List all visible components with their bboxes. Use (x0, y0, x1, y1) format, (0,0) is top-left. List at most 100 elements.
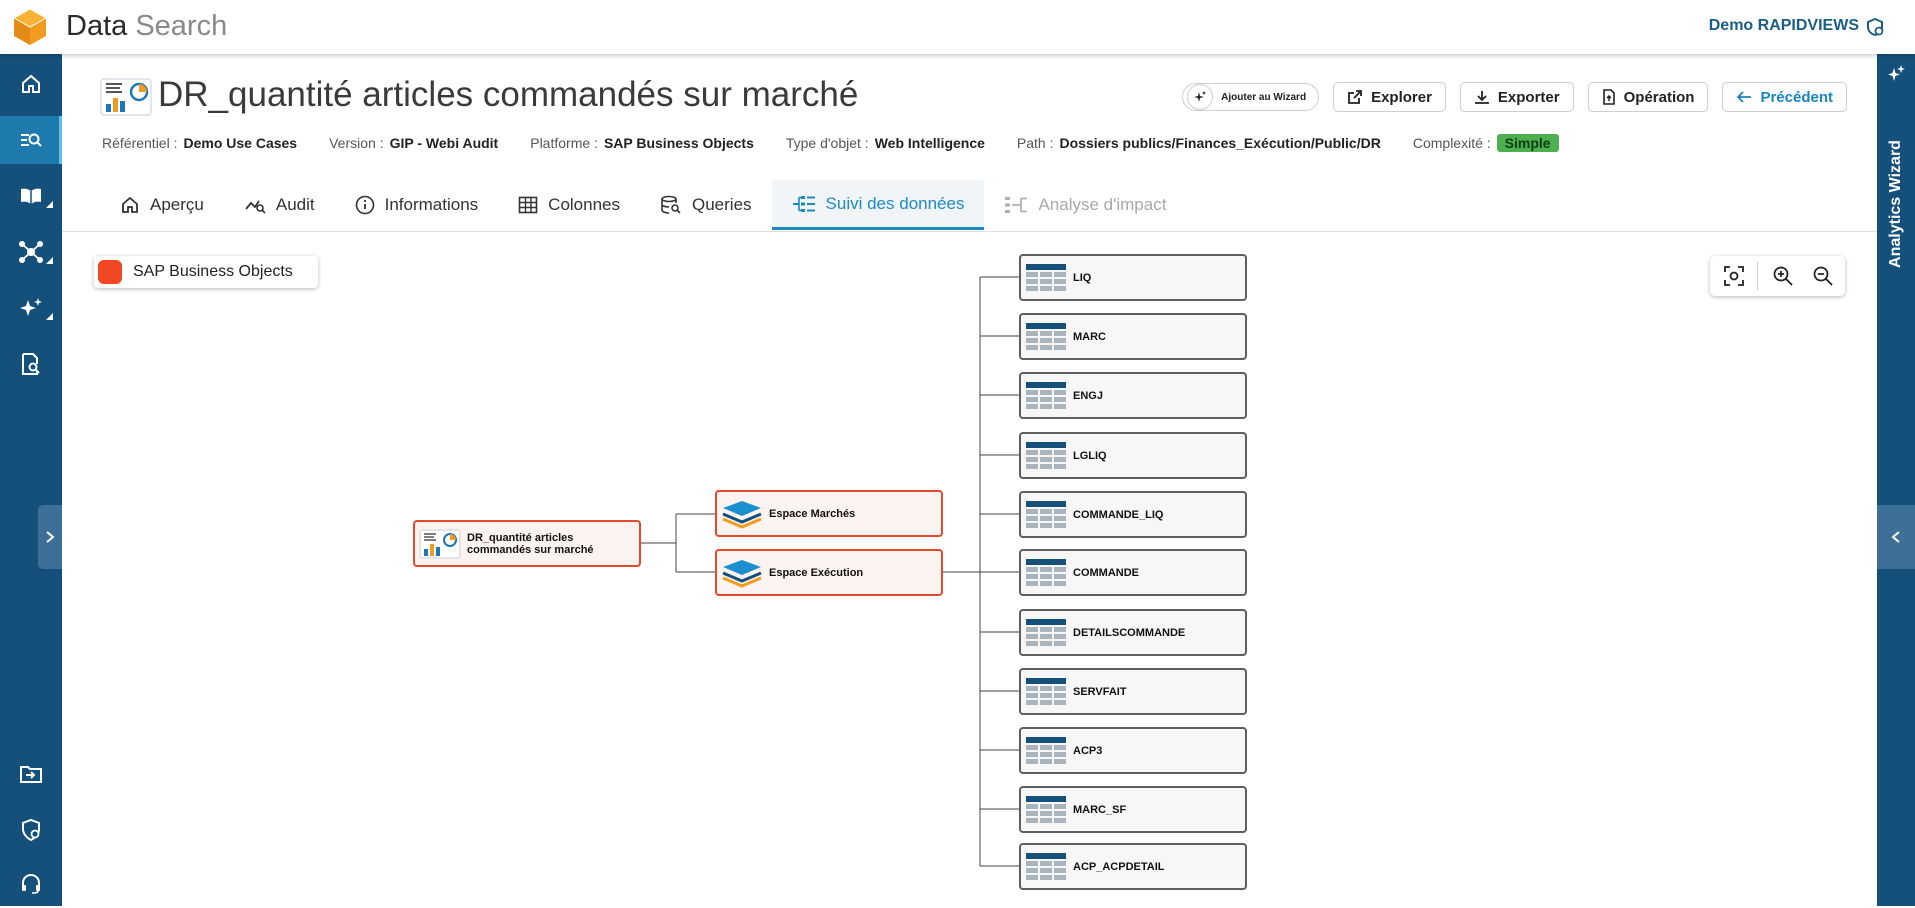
sidebar-item-home[interactable] (0, 60, 62, 108)
sidebar-expand-handle[interactable] (38, 505, 62, 569)
sidebar-item-glossary[interactable] (0, 172, 62, 220)
external-link-icon (1348, 90, 1362, 104)
table-node[interactable]: MARC_SF (1019, 786, 1247, 833)
tab-apercu[interactable]: Aperçu (100, 180, 224, 230)
tab-informations[interactable]: Informations (335, 180, 499, 230)
arrow-left-icon (1737, 91, 1752, 103)
chevron-right-icon (46, 531, 55, 543)
meta-version: Version : GIP - Webi Audit (329, 135, 499, 151)
page-title: DR_quantité articles commandés sur march… (158, 75, 859, 114)
sidebar-item-support[interactable] (0, 860, 62, 908)
zoom-in-icon (1773, 266, 1793, 286)
explore-button[interactable]: Explorer (1333, 82, 1446, 112)
sparkle-icon (20, 298, 42, 316)
table-icon (1026, 322, 1066, 350)
wizard-expand-handle[interactable] (1877, 505, 1915, 569)
table-node-label: MARC_SF (1073, 803, 1127, 816)
table-node-label: ACP3 (1073, 744, 1103, 757)
zoom-out-button[interactable] (1811, 264, 1835, 288)
tab-suivi-des-donnees[interactable]: Suivi des données (771, 180, 985, 230)
network-icon (19, 241, 43, 263)
download-icon (1475, 91, 1489, 104)
zoom-separator (1757, 262, 1758, 290)
info-icon (355, 195, 374, 215)
report-search-icon (22, 353, 40, 375)
table-node-label: ACP_ACPDETAIL (1073, 860, 1165, 873)
table-icon (1026, 618, 1066, 646)
user-name[interactable]: Demo RAPIDVIEWS (1709, 17, 1859, 35)
meta-path: Path : Dossiers publics/Finances_Exécutio… (1016, 135, 1381, 151)
home-icon (22, 74, 40, 93)
tab-queries[interactable]: Queries (640, 180, 772, 230)
report-node[interactable]: DR_quantité articles commandés sur marché (413, 520, 641, 567)
table-node-label: MARC (1073, 330, 1106, 343)
sidebar-item-data-search[interactable] (0, 116, 62, 164)
sidebar-item-lineage[interactable] (0, 228, 62, 276)
universe-node[interactable]: Espace Marchés (715, 490, 943, 537)
back-button[interactable]: Précédent (1722, 82, 1847, 112)
export-button[interactable]: Exporter (1459, 82, 1574, 112)
lineage-icon (792, 195, 815, 212)
table-icon (1026, 736, 1066, 764)
analytics-wizard-toggle[interactable]: Analytics Wizard (1877, 114, 1915, 294)
submenu-indicator-icon (46, 313, 53, 320)
zoom-controls (1710, 256, 1845, 296)
table-node[interactable]: SERVFAIT (1019, 668, 1247, 715)
sidebar-item-ai[interactable] (0, 284, 62, 332)
table-icon (518, 196, 538, 214)
analytics-wizard-panel: Analytics Wizard (1877, 54, 1915, 906)
table-node[interactable]: MARC (1019, 313, 1247, 360)
file-upload-icon (1602, 89, 1615, 105)
webi-report-icon (100, 78, 152, 116)
headset-icon (22, 873, 40, 894)
webi-report-icon (419, 529, 461, 558)
table-icon (1026, 558, 1066, 586)
tab-colonnes[interactable]: Colonnes (498, 180, 640, 230)
universe-node[interactable]: Espace Exécution (715, 549, 943, 596)
table-node[interactable]: COMMANDE (1019, 549, 1247, 596)
table-node[interactable]: COMMANDE_LIQ (1019, 491, 1247, 538)
user-settings-icon[interactable] (1865, 17, 1885, 37)
focus-frame-icon (1724, 266, 1744, 286)
table-node-label: LIQ (1073, 271, 1092, 284)
top-bar: Data Search Demo RAPIDVIEWS (0, 0, 1915, 54)
zoom-in-button[interactable] (1771, 264, 1795, 288)
table-node-label: ENGJ (1073, 389, 1103, 402)
table-node-label: COMMANDE (1073, 566, 1139, 579)
tab-audit[interactable]: Audit (224, 180, 335, 230)
object-metadata: Référentiel : Demo Use Cases Version : GIP… (102, 134, 1559, 152)
table-icon (1026, 852, 1066, 880)
submenu-indicator-icon (46, 257, 53, 264)
wizard-sparkle-icon (1888, 65, 1905, 81)
table-node[interactable]: ACP3 (1019, 727, 1247, 774)
fit-view-button[interactable] (1722, 264, 1746, 288)
table-node[interactable]: LIQ (1019, 254, 1247, 301)
sidebar-item-reports[interactable] (0, 340, 62, 388)
sidebar-item-import[interactable] (0, 750, 62, 798)
database-search-icon (661, 195, 681, 214)
table-node[interactable]: LGLIQ (1019, 432, 1247, 479)
book-icon (21, 188, 41, 204)
shield-settings-icon (22, 818, 40, 842)
table-node-label: LGLIQ (1073, 449, 1107, 462)
meta-complexity: Complexité : Simple (1413, 134, 1559, 152)
table-node-label: COMMANDE_LIQ (1073, 508, 1164, 521)
platform-legend[interactable]: SAP Business Objects (94, 256, 318, 288)
trend-search-icon (245, 200, 266, 214)
table-icon (1026, 263, 1066, 291)
universe-layers-icon (722, 500, 762, 529)
zoom-out-icon (1813, 266, 1833, 286)
chevron-left-icon (1891, 531, 1900, 543)
table-icon (1026, 677, 1066, 705)
meta-repository: Référentiel : Demo Use Cases (102, 135, 298, 151)
add-to-wizard-button[interactable]: Ajouter au Wizard (1182, 83, 1320, 111)
table-node[interactable]: ACP_ACPDETAIL (1019, 843, 1247, 890)
tab-bar: Aperçu Audit Informations Colonnes Queri… (100, 180, 1186, 232)
operation-button[interactable]: Opération (1587, 82, 1709, 112)
table-node[interactable]: DETAILSCOMMANDE (1019, 609, 1247, 656)
table-node[interactable]: ENGJ (1019, 372, 1247, 419)
table-icon (1026, 795, 1066, 823)
left-sidebar (0, 54, 62, 906)
sidebar-item-admin[interactable] (0, 806, 62, 854)
wizard-add-icon (1187, 84, 1214, 110)
